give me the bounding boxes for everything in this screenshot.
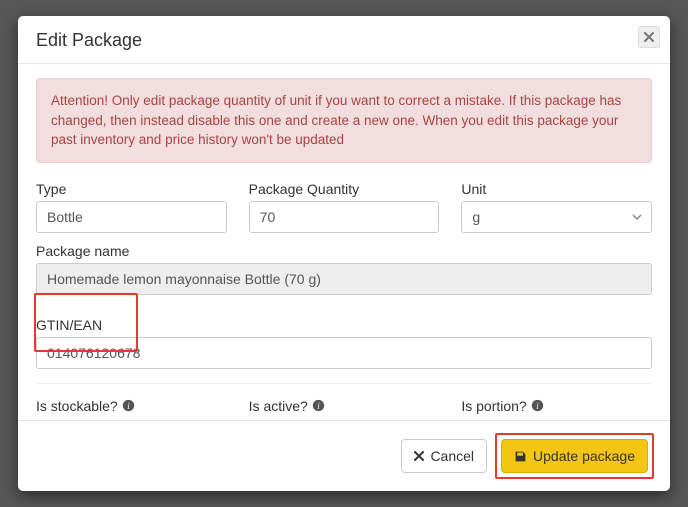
field-quantity: Package Quantity	[249, 181, 440, 233]
row-type-qty-unit: Type Package Quantity Unit	[36, 181, 652, 233]
field-type: Type	[36, 181, 227, 233]
package-name-input	[36, 263, 652, 295]
close-icon	[644, 32, 654, 42]
unit-select[interactable]	[461, 201, 652, 233]
field-portion: Is portion? i Yes	[461, 398, 652, 420]
modal-title: Edit Package	[36, 30, 652, 51]
gtin-label: GTIN/EAN	[36, 317, 652, 333]
info-icon[interactable]: i	[531, 399, 544, 412]
close-icon	[414, 451, 424, 461]
warning-alert: Attention! Only edit package quantity of…	[36, 78, 652, 163]
cancel-button[interactable]: Cancel	[401, 439, 487, 473]
modal-footer: Cancel Update package	[18, 420, 670, 491]
field-gtin: GTIN/EAN	[36, 317, 652, 369]
info-icon[interactable]: i	[122, 399, 135, 412]
edit-package-modal: Edit Package Attention! Only edit packag…	[18, 16, 670, 491]
field-package-name: Package name	[36, 243, 652, 295]
type-input[interactable]	[36, 201, 227, 233]
update-package-button[interactable]: Update package	[501, 439, 648, 473]
stockable-label: Is stockable?	[36, 398, 118, 414]
quantity-input[interactable]	[249, 201, 440, 233]
save-icon	[514, 450, 527, 463]
portion-label: Is portion?	[461, 398, 526, 414]
field-active: Is active? i Yes	[249, 398, 440, 420]
field-unit: Unit	[461, 181, 652, 233]
info-icon[interactable]: i	[312, 399, 325, 412]
package-name-label: Package name	[36, 243, 652, 259]
unit-label: Unit	[461, 181, 652, 197]
active-label: Is active?	[249, 398, 308, 414]
modal-body: Attention! Only edit package quantity of…	[18, 64, 670, 420]
cancel-label: Cancel	[430, 448, 474, 464]
quantity-label: Package Quantity	[249, 181, 440, 197]
checkbox-row: Is stockable? i Yes Is active? i	[36, 398, 652, 420]
gtin-input[interactable]	[36, 337, 652, 369]
modal-header: Edit Package	[18, 16, 670, 64]
highlight-annotation: Update package	[495, 433, 654, 479]
type-label: Type	[36, 181, 227, 197]
update-label: Update package	[533, 448, 635, 464]
field-stockable: Is stockable? i Yes	[36, 398, 227, 420]
close-button[interactable]	[638, 26, 660, 48]
divider	[36, 383, 652, 384]
